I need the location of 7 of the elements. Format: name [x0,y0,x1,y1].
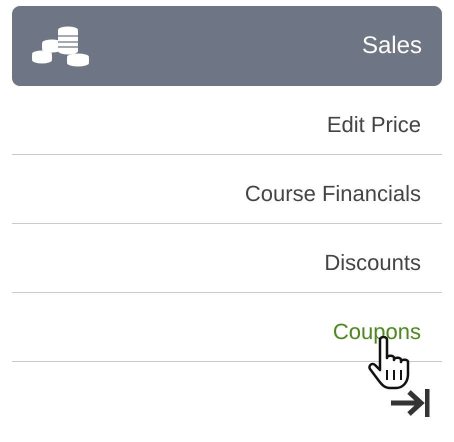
menu-item[interactable]: Edit Price [12,86,442,155]
sales-header[interactable]: Sales [12,6,442,86]
menu-item[interactable]: Course Financials [12,155,442,224]
collapse-arrow-icon[interactable] [389,388,431,418]
coins-icon [30,25,92,67]
header-title: Sales [362,32,422,60]
menu-item[interactable]: Discounts [12,224,442,293]
